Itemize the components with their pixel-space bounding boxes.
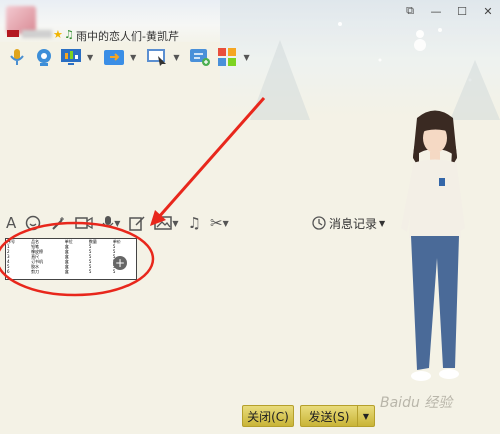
- music-icon: ♫: [64, 28, 74, 41]
- maximize-icon[interactable]: ☐: [456, 5, 468, 18]
- message-history-button[interactable]: 消息记录 ▼: [312, 212, 385, 234]
- status-text[interactable]: 雨中的恋人们-黄凯芹: [76, 28, 179, 44]
- close-button[interactable]: 关闭(C): [242, 405, 294, 427]
- remote-assist-icon[interactable]: [146, 46, 168, 68]
- chevron-down-icon[interactable]: ▼: [87, 53, 93, 62]
- minimize-icon[interactable]: —: [430, 5, 442, 18]
- background-scene: [220, 0, 500, 120]
- webcam-icon[interactable]: [33, 46, 55, 68]
- file-transfer-icon[interactable]: [103, 46, 125, 68]
- main-toolbar: ▼ ▼ ▼ ▼: [6, 46, 260, 68]
- font-icon[interactable]: A: [6, 214, 16, 232]
- show-avatar-figure: [395, 108, 475, 398]
- edit-icon[interactable]: [129, 215, 145, 231]
- send-button[interactable]: 发送(S): [300, 405, 357, 427]
- watermark: Baidu 经验: [380, 395, 453, 411]
- magic-icon[interactable]: [50, 215, 66, 231]
- table-cell: 6: [7, 269, 10, 274]
- chevron-down-icon[interactable]: ▼: [243, 53, 249, 62]
- restore-icon[interactable]: ⧉: [404, 4, 416, 17]
- contact-name: [22, 30, 52, 38]
- emoji-icon[interactable]: [25, 215, 41, 231]
- scissors-icon[interactable]: ✂ ▼: [210, 214, 229, 232]
- music-note-icon[interactable]: ♫: [188, 214, 201, 232]
- apps-icon[interactable]: [216, 46, 238, 68]
- chevron-down-icon[interactable]: ▼: [130, 53, 136, 62]
- microphone-icon[interactable]: [6, 46, 28, 68]
- message-icon[interactable]: [189, 46, 211, 68]
- chevron-down-icon[interactable]: ▼: [173, 53, 179, 62]
- close-icon[interactable]: ✕: [482, 5, 494, 18]
- table-cell: 剪刀: [31, 269, 40, 274]
- screen-share-icon[interactable]: [60, 46, 82, 68]
- chevron-down-icon: ▼: [362, 411, 370, 421]
- table-cell: 5: [88, 269, 92, 274]
- video-message-icon[interactable]: [75, 215, 93, 231]
- zoom-in-icon[interactable]: +: [113, 256, 127, 270]
- history-label: 消息记录: [329, 216, 378, 231]
- bottom-buttons: 关闭(C) 发送(S) ▼: [242, 405, 375, 427]
- voice-message-icon[interactable]: ▼: [102, 215, 120, 231]
- contact-badge: [7, 30, 19, 37]
- star-icon: ★: [53, 28, 63, 41]
- send-options-button[interactable]: ▼: [357, 405, 375, 427]
- table-cell: 盒: [64, 269, 69, 274]
- image-icon[interactable]: ▼: [154, 215, 179, 231]
- chevron-down-icon: ▼: [379, 218, 386, 228]
- clock-icon: [312, 216, 326, 230]
- window-controls: ⧉ — ☐ ✕: [404, 4, 494, 18]
